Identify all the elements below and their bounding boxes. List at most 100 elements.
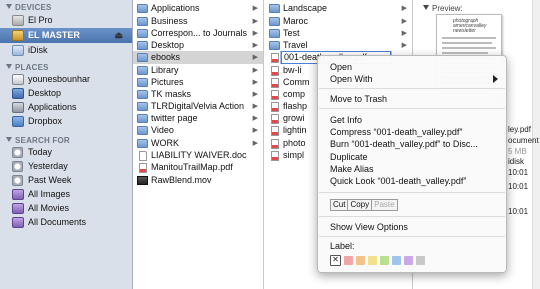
- menu-item-make-alias[interactable]: Make Alias: [318, 163, 506, 175]
- column-home: Applications ▶ Business ▶ Correspon... to …: [133, 0, 264, 289]
- folder-icon: [137, 102, 148, 111]
- sidebar-item-all-images[interactable]: All Images: [0, 187, 132, 202]
- folder-icon: [137, 66, 148, 75]
- pdf-icon: [271, 126, 279, 136]
- folder-icon: [137, 41, 148, 50]
- label-red-swatch[interactable]: [344, 255, 353, 265]
- menu-separator: [319, 192, 505, 193]
- chevron-right-icon: ▶: [401, 5, 407, 12]
- menu-item-get-info[interactable]: Get Info: [318, 114, 506, 126]
- menu-item-compress[interactable]: Compress “001-death_valley.pdf”: [318, 126, 506, 138]
- sidebar-item-desktop[interactable]: Desktop: [0, 86, 132, 101]
- thumbnail-heading: photograph americanvalley newsletter: [453, 18, 487, 34]
- label-none-swatch[interactable]: ✕: [330, 254, 341, 266]
- list-item[interactable]: Landscape ▶: [265, 2, 412, 15]
- sidebar-item-all-documents[interactable]: All Documents: [0, 215, 132, 230]
- folder-icon: [269, 17, 280, 26]
- pdf-icon: [271, 90, 279, 100]
- list-item[interactable]: ManitouTrailMap.pdf: [133, 161, 263, 174]
- info-name: ley.pdf: [508, 125, 531, 134]
- pdf-icon: [271, 102, 279, 112]
- sidebar-item-home[interactable]: younesbounhar: [0, 72, 132, 87]
- devices-header[interactable]: DEVICES: [6, 3, 52, 12]
- places-header[interactable]: PLACES: [6, 63, 49, 72]
- chevron-right-icon: ▶: [252, 54, 258, 61]
- menu-item-show-view-options[interactable]: Show View Options: [318, 221, 506, 233]
- disclosure-triangle-icon: [6, 137, 12, 142]
- clock-icon: [12, 161, 23, 172]
- label-swatches: ✕: [330, 254, 428, 266]
- menu-separator: [319, 88, 505, 89]
- menu-item-duplicate[interactable]: Duplicate: [318, 151, 506, 163]
- search-for-header[interactable]: SEARCH FOR: [6, 136, 70, 145]
- disclosure-triangle-icon: [6, 64, 12, 69]
- preview-header[interactable]: Preview:: [423, 4, 463, 13]
- sidebar-item-el-pro[interactable]: El Pro: [0, 13, 132, 28]
- sidebar-item-el-master[interactable]: EL MASTER ⏏: [0, 28, 132, 43]
- label-orange-swatch[interactable]: [356, 255, 365, 265]
- menu-item-move-to-trash[interactable]: Move to Trash: [318, 93, 506, 105]
- menu-item-open[interactable]: Open: [318, 61, 506, 73]
- chevron-right-icon: ▶: [252, 127, 258, 134]
- sidebar-item-applications[interactable]: Applications: [0, 100, 132, 115]
- label-purple-swatch[interactable]: [404, 255, 413, 265]
- pdf-icon: [271, 151, 279, 161]
- folder-icon: [137, 114, 148, 123]
- disclosure-triangle-icon: [423, 5, 429, 10]
- folder-icon: [137, 126, 148, 135]
- info-kind: ocument: [508, 136, 539, 145]
- smart-folder-icon: [12, 203, 24, 214]
- info-last-opened: 10:01: [508, 207, 529, 216]
- list-item-selected[interactable]: ebooks ▶: [133, 51, 263, 64]
- desktop-icon: [12, 88, 24, 99]
- sidebar-item-yesterday[interactable]: Yesterday: [0, 159, 132, 174]
- label-heading: Label:: [330, 241, 355, 251]
- context-menu: Open Open With Move to Trash Get Info Co…: [317, 55, 507, 273]
- sidebar-item-dropbox[interactable]: Dropbox: [0, 114, 132, 129]
- cut-button[interactable]: Cut: [330, 199, 349, 211]
- label-green-swatch[interactable]: [380, 255, 389, 265]
- menu-item-quick-look[interactable]: Quick Look “001-death_valley.pdf”: [318, 175, 506, 187]
- sidebar-item-all-movies[interactable]: All Movies: [0, 201, 132, 216]
- sidebar-item-past-week[interactable]: Past Week: [0, 173, 132, 188]
- smart-folder-icon: [12, 217, 24, 228]
- pdf-icon: [271, 139, 279, 149]
- menu-separator: [319, 216, 505, 217]
- chevron-right-icon: ▶: [252, 5, 258, 12]
- movie-icon: [137, 176, 148, 185]
- info-created: 10:01: [508, 168, 529, 177]
- pdf-icon: [139, 163, 147, 173]
- menu-separator: [319, 236, 505, 237]
- folder-icon: [269, 29, 280, 38]
- disclosure-triangle-icon: [6, 4, 12, 9]
- eject-icon[interactable]: ⏏: [114, 31, 123, 40]
- menu-item-burn[interactable]: Burn “001-death_valley.pdf” to Disc...: [318, 138, 506, 150]
- list-item[interactable]: Applications ▶: [133, 2, 263, 15]
- clock-icon: [12, 175, 23, 186]
- copy-button[interactable]: Copy: [348, 199, 373, 211]
- label-yellow-swatch[interactable]: [368, 255, 377, 265]
- label-gray-swatch[interactable]: [416, 255, 425, 265]
- folder-icon: [137, 17, 148, 26]
- list-item[interactable]: RawBlend.mov: [133, 174, 263, 187]
- document-icon: [139, 151, 147, 161]
- clock-icon: [12, 147, 23, 158]
- folder-icon: [137, 78, 148, 87]
- idisk-icon: [12, 45, 24, 56]
- info-size: 5 MB: [508, 147, 527, 156]
- list-item[interactable]: Video ▶: [133, 124, 263, 137]
- folder-icon: [269, 4, 280, 13]
- submenu-arrow-icon: [493, 75, 498, 83]
- pdf-icon: [271, 66, 279, 76]
- cut-copy-paste-group: Cut Copy Paste: [330, 199, 398, 211]
- paste-button: Paste: [372, 199, 398, 211]
- pdf-icon: [271, 53, 279, 63]
- folder-icon: [137, 90, 148, 99]
- pdf-icon: [271, 78, 279, 88]
- disk-icon: [12, 30, 24, 41]
- menu-item-open-with[interactable]: Open With: [318, 73, 506, 85]
- folder-icon: [137, 53, 148, 62]
- sidebar-item-idisk[interactable]: iDisk: [0, 43, 132, 58]
- label-blue-swatch[interactable]: [392, 255, 401, 265]
- sidebar-item-today[interactable]: Today: [0, 145, 132, 160]
